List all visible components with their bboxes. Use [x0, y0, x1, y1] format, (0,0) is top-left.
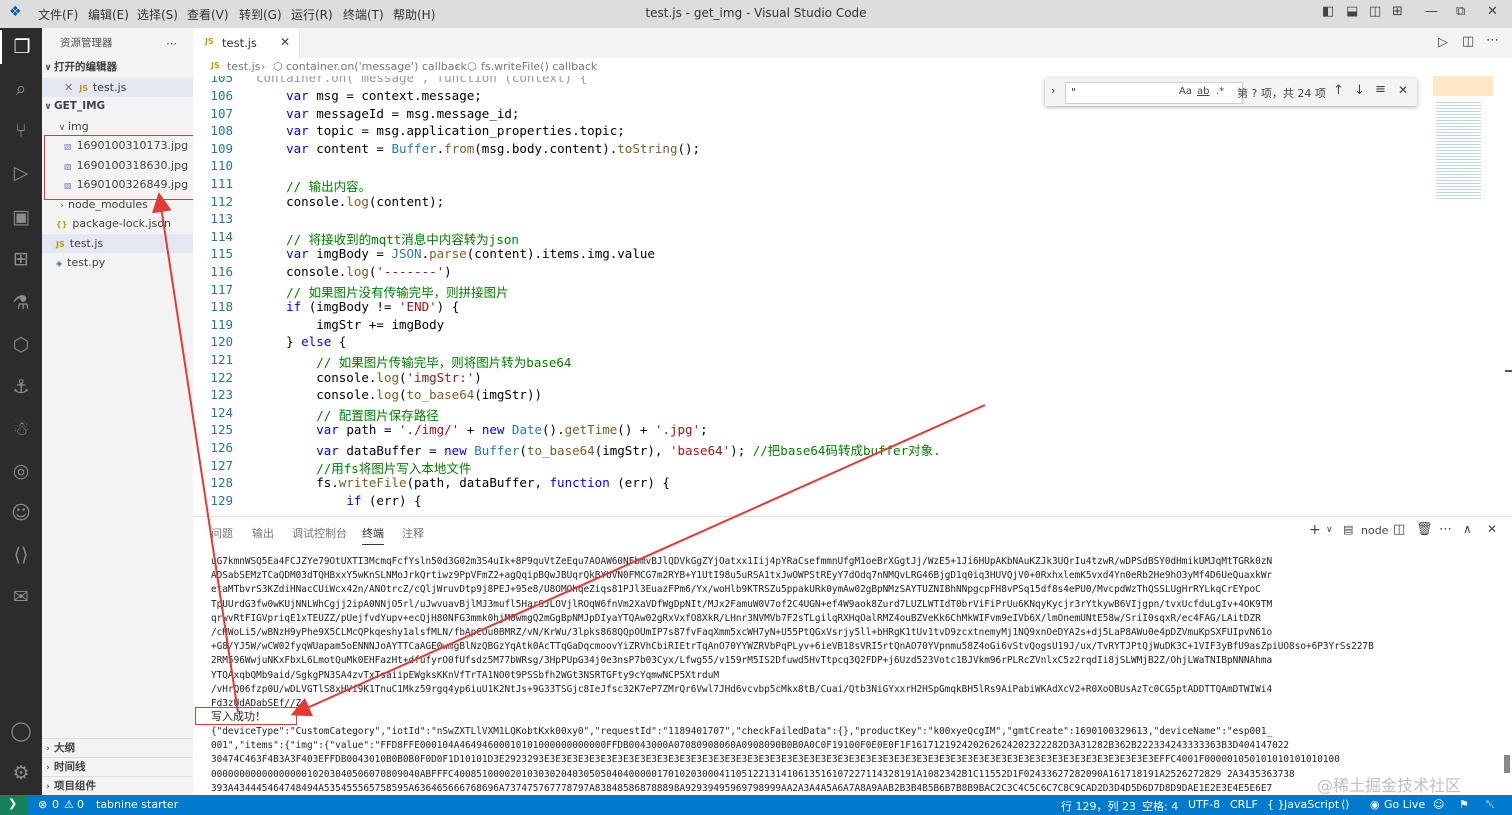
- arrow-to-success: [290, 404, 986, 717]
- arrow-to-images: [151, 192, 239, 713]
- annotation-arrows: [151, 192, 986, 717]
